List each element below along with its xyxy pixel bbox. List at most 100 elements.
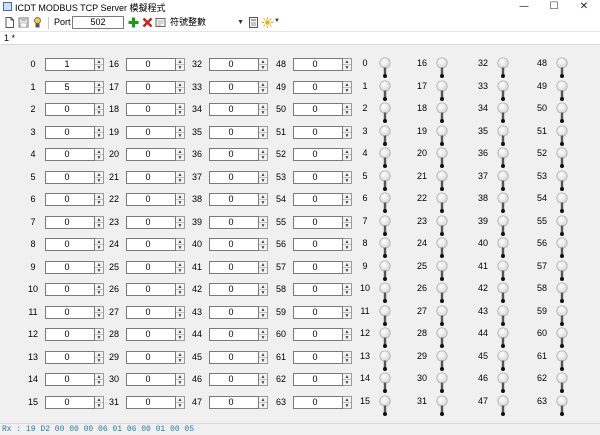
register-spinner[interactable]: ▲ ▼	[176, 125, 185, 139]
spin-down-icon[interactable]: ▼	[95, 88, 103, 94]
register-value-input[interactable]: 0	[293, 350, 343, 364]
light-bulb-icon[interactable]	[555, 57, 569, 79]
spin-down-icon[interactable]: ▼	[343, 223, 351, 229]
coil-22[interactable]: 22	[412, 192, 456, 216]
coil-17[interactable]: 17	[412, 79, 456, 104]
spin-down-icon[interactable]: ▼	[176, 110, 184, 116]
sun-icon[interactable]	[262, 17, 273, 28]
register-value-input[interactable]: 0	[293, 395, 343, 409]
light-bulb-icon[interactable]	[378, 394, 392, 417]
light-bulb-icon[interactable]	[496, 327, 510, 349]
spin-down-icon[interactable]: ▼	[343, 88, 351, 94]
spin-down-icon[interactable]: ▼	[343, 200, 351, 206]
register-spinner[interactable]: ▲ ▼	[343, 328, 352, 341]
coil-9[interactable]: 9	[355, 259, 399, 284]
coil-15[interactable]: 15	[355, 394, 399, 419]
register-value-input[interactable]: 0	[126, 125, 176, 139]
register-value-input[interactable]: 0	[126, 193, 176, 206]
register-value-input[interactable]: 0	[209, 283, 259, 296]
light-bulb-icon[interactable]	[435, 192, 449, 214]
register-value-input[interactable]: 0	[126, 260, 176, 274]
register-value-input[interactable]: 0	[126, 148, 176, 161]
register-spinner[interactable]: ▲ ▼	[259, 350, 268, 364]
spin-down-icon[interactable]: ▼	[259, 403, 267, 409]
light-bulb-icon[interactable]	[496, 214, 510, 237]
register-value-input[interactable]: 0	[209, 170, 259, 184]
maximize-button[interactable]: ☐	[540, 0, 568, 14]
spin-down-icon[interactable]: ▼	[95, 290, 103, 296]
register-value-input[interactable]: 0	[45, 305, 95, 319]
register-spinner[interactable]: ▲ ▼	[343, 215, 352, 229]
coil-35[interactable]: 35	[473, 124, 517, 149]
register-value-input[interactable]: 0	[293, 260, 343, 274]
light-bulb-icon[interactable]	[378, 237, 392, 259]
coil-34[interactable]: 34	[473, 102, 517, 126]
spin-down-icon[interactable]: ▼	[343, 290, 351, 296]
register-spinner[interactable]: ▲ ▼	[259, 193, 268, 206]
register-value-input[interactable]: 0	[126, 58, 176, 71]
coil-4[interactable]: 4	[355, 147, 399, 171]
coil-56[interactable]: 56	[532, 237, 576, 261]
light-bulb-icon[interactable]	[555, 349, 569, 372]
light-bulb-icon[interactable]	[496, 102, 510, 124]
spin-down-icon[interactable]: ▼	[176, 223, 184, 229]
register-value-input[interactable]: 0	[293, 305, 343, 319]
light-bulb-icon[interactable]	[378, 124, 392, 147]
register-value-input[interactable]: 0	[126, 305, 176, 319]
register-value-input[interactable]: 0	[45, 193, 95, 206]
register-value-input[interactable]: 0	[209, 215, 259, 229]
coil-60[interactable]: 60	[532, 327, 576, 351]
register-value-input[interactable]: 0	[209, 305, 259, 319]
minimize-button[interactable]: —	[510, 0, 538, 14]
light-bulb-icon[interactable]	[435, 57, 449, 79]
coil-50[interactable]: 50	[532, 102, 576, 126]
spin-down-icon[interactable]: ▼	[95, 380, 103, 386]
spin-down-icon[interactable]: ▼	[343, 358, 351, 364]
register-value-input[interactable]: 0	[209, 238, 259, 251]
light-bulb-icon[interactable]	[555, 282, 569, 304]
coil-55[interactable]: 55	[532, 214, 576, 239]
spin-down-icon[interactable]: ▼	[176, 155, 184, 161]
register-spinner[interactable]: ▲ ▼	[95, 80, 104, 94]
spin-down-icon[interactable]: ▼	[259, 133, 267, 139]
light-bulb-icon[interactable]	[378, 169, 392, 192]
register-spinner[interactable]: ▲ ▼	[259, 395, 268, 409]
register-spinner[interactable]: ▲ ▼	[95, 260, 104, 274]
coil-12[interactable]: 12	[355, 327, 399, 351]
register-spinner[interactable]: ▲ ▼	[259, 148, 268, 161]
spin-down-icon[interactable]: ▼	[343, 133, 351, 139]
spin-down-icon[interactable]: ▼	[259, 335, 267, 341]
register-value-input[interactable]: 0	[293, 215, 343, 229]
spin-down-icon[interactable]: ▼	[95, 313, 103, 319]
coil-7[interactable]: 7	[355, 214, 399, 239]
register-spinner[interactable]: ▲ ▼	[176, 215, 185, 229]
register-spinner[interactable]: ▲ ▼	[176, 193, 185, 206]
save-icon[interactable]	[18, 17, 29, 28]
light-bulb-icon[interactable]	[435, 304, 449, 327]
register-spinner[interactable]: ▲ ▼	[259, 373, 268, 386]
register-value-input[interactable]: 0	[45, 125, 95, 139]
coil-46[interactable]: 46	[473, 372, 517, 396]
register-value-input[interactable]: 0	[293, 238, 343, 251]
register-spinner[interactable]: ▲ ▼	[176, 283, 185, 296]
register-value-input[interactable]: 0	[45, 238, 95, 251]
register-value-input[interactable]: 0	[209, 373, 259, 386]
add-icon[interactable]	[128, 17, 139, 28]
light-bulb-icon[interactable]	[555, 102, 569, 124]
register-value-input[interactable]: 0	[45, 148, 95, 161]
spin-down-icon[interactable]: ▼	[95, 268, 103, 274]
light-bulb-icon[interactable]	[435, 394, 449, 417]
coil-16[interactable]: 16	[412, 57, 456, 81]
coil-27[interactable]: 27	[412, 304, 456, 329]
register-value-input[interactable]: 0	[293, 170, 343, 184]
register-value-input[interactable]: 5	[45, 80, 95, 94]
register-value-input[interactable]: 0	[209, 148, 259, 161]
spin-down-icon[interactable]: ▼	[343, 380, 351, 386]
light-bulb-icon[interactable]	[435, 214, 449, 237]
spin-down-icon[interactable]: ▼	[259, 178, 267, 184]
light-bulb-icon[interactable]	[378, 282, 392, 304]
register-spinner[interactable]: ▲ ▼	[259, 58, 268, 71]
light-bulb-icon[interactable]	[435, 147, 449, 169]
light-bulb-icon[interactable]	[435, 79, 449, 102]
new-file-icon[interactable]	[4, 17, 15, 28]
